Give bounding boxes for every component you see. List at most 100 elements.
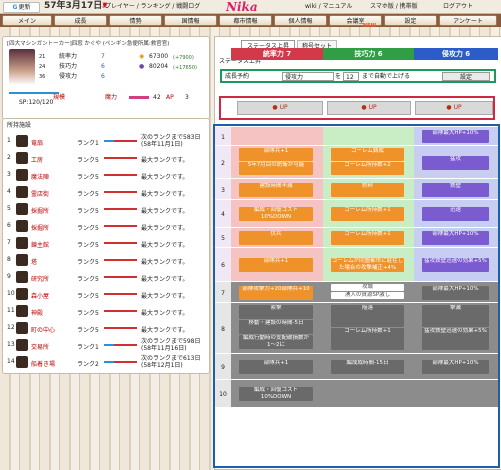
nav-survey[interactable]: アンケート xyxy=(439,15,497,26)
facility-progress-bar xyxy=(104,174,137,176)
up-button-leadership[interactable]: ● UP xyxy=(237,101,323,115)
stat-icon-1: 21 xyxy=(39,54,46,60)
facility-index: 8 xyxy=(7,256,11,263)
growth-table-frame xyxy=(213,124,500,468)
hp-bar xyxy=(9,92,59,94)
stat-label-leadership: 統率力 xyxy=(59,53,78,60)
facility-icon xyxy=(16,271,28,283)
facility-status: 次のランクまで598日 (58年11月16日) xyxy=(141,338,200,352)
nav-situation[interactable]: 情勢 xyxy=(109,15,162,26)
facility-rank: ランク2 xyxy=(77,361,99,368)
power-label: 魔力 xyxy=(105,94,118,101)
stat-value-attack: 6 xyxy=(101,73,105,80)
facility-name: 魔法陣 xyxy=(31,174,50,181)
up-button-skill[interactable]: ● UP xyxy=(327,101,411,115)
facility-status: 最大ランクです。 xyxy=(141,327,189,334)
logout-link[interactable]: ログアウト xyxy=(443,3,473,11)
scale-label: 規模 xyxy=(53,94,66,101)
facility-row: 2 工房 ランク5 最大ランクです。 xyxy=(3,150,209,166)
facility-icon xyxy=(16,135,28,147)
nav-settings[interactable]: 設定 xyxy=(384,15,437,26)
facility-progress-bar xyxy=(104,327,137,329)
facility-index: 7 xyxy=(7,239,11,246)
wiki-manual-links[interactable]: wiki / マニュアル xyxy=(305,3,352,11)
nav-personal[interactable]: 個人情報 xyxy=(274,15,327,26)
facility-status: 最大ランクです。 xyxy=(141,191,189,198)
facility-status: 最大ランクです。 xyxy=(141,242,189,249)
facility-progress-bar xyxy=(104,276,137,278)
auto-text: まで自動で上げる xyxy=(362,73,411,80)
player-title: [四大マシンガントーカー]四窓 かぐや (ペンギン急便所属:救官官) xyxy=(7,41,170,47)
facility-progress-bar xyxy=(104,191,137,193)
column-header-attack: 侵攻力 6 xyxy=(414,48,498,60)
facility-name: 研究所 xyxy=(31,276,50,283)
stat-select[interactable]: 侵攻力 xyxy=(282,72,334,81)
facility-icon xyxy=(16,152,28,164)
facility-progress-bar xyxy=(104,208,137,210)
facility-icon xyxy=(16,237,28,249)
facility-panel: 所持施設 1 竜扇 ランク1 次のランクまで583日 (58年11月1日) 2 工房 ランク5… xyxy=(2,118,210,374)
facility-row: 6 採掘所 ランク5 最大ランクです。 xyxy=(3,218,209,234)
facility-index: 4 xyxy=(7,188,11,195)
nav-city[interactable]: 都市情報 xyxy=(219,15,272,26)
set-button[interactable]: 設定 xyxy=(442,72,490,81)
facility-name: 神殿 xyxy=(31,310,44,317)
players-ranking-log-links[interactable]: プレイヤー / ランキング / 戦闘ログ xyxy=(105,3,200,11)
mobile-links[interactable]: スマホ版 / 携帯版 xyxy=(370,3,418,11)
facility-row: 12 町の中心 ランク5 最大ランクです。 xyxy=(3,320,209,336)
stat-label-skill: 技巧力 xyxy=(59,63,78,70)
main-nav: メイン 成長 情勢 国情報 都市情報 個人情報 会議室 NEW 設定 アンケート xyxy=(0,14,501,29)
nav-main[interactable]: メイン xyxy=(2,15,52,26)
facility-rank: ランク5 xyxy=(77,225,99,232)
new-badge: NEW xyxy=(363,23,377,29)
refresh-label: 更新 xyxy=(18,4,31,11)
refresh-button[interactable]: G更新 xyxy=(3,2,40,13)
stat-label-attack: 侵攻力 xyxy=(59,73,78,80)
facility-name: 採掘所 xyxy=(31,225,50,232)
facility-rank: ランク5 xyxy=(77,259,99,266)
growth-reserve-row: 成長予約 侵攻力 を 12 まで自動で上げる 設定 xyxy=(220,69,496,83)
facility-title: 所持施設 xyxy=(7,122,32,129)
up-button-attack[interactable]: ● UP xyxy=(415,101,493,115)
facility-progress-bar xyxy=(104,157,137,159)
facility-icon xyxy=(16,186,28,198)
facility-progress-bar xyxy=(104,293,137,295)
facility-status: 最大ランクです。 xyxy=(141,225,189,232)
facility-status: 最大ランクです。 xyxy=(141,174,189,181)
facility-row: 4 霊店街 ランク5 最大ランクです。 xyxy=(3,184,209,200)
avatar xyxy=(9,49,35,85)
facility-rank: ランク1 xyxy=(77,344,99,351)
facility-row: 7 錬主館 ランク5 最大ランクです。 xyxy=(3,235,209,251)
ap-label: AP xyxy=(166,94,174,101)
facility-row: 8 塔 ランク5 最大ランクです。 xyxy=(3,252,209,268)
facility-progress-bar xyxy=(104,242,137,244)
facility-rank: ランク5 xyxy=(77,208,99,215)
facility-progress-bar xyxy=(104,344,137,346)
column-header-skill: 技巧力 6 xyxy=(323,48,414,60)
facility-status: 最大ランクです。 xyxy=(141,259,189,266)
food-icon: ● xyxy=(139,63,145,70)
facility-rank: ランク5 xyxy=(77,174,99,181)
ap-value: 3 xyxy=(185,94,189,101)
facility-row: 9 研究所 ランク5 最大ランクです。 xyxy=(3,269,209,285)
game-date: 57年3月17日夏 xyxy=(44,1,107,12)
power-value: 42 xyxy=(153,94,161,101)
facility-next-date: (58年12月1日) xyxy=(141,362,183,369)
facility-next-date: (58年11月16日) xyxy=(141,345,187,352)
nav-country[interactable]: 国情報 xyxy=(164,15,217,26)
nav-growth[interactable]: 成長 xyxy=(54,15,107,26)
food-value: 80204 xyxy=(149,63,169,70)
power-bar xyxy=(129,94,149,102)
facility-name: 町の中心 xyxy=(31,327,56,334)
facility-icon xyxy=(16,254,28,266)
gold-delta: (+7900) xyxy=(173,55,194,61)
facility-index: 10 xyxy=(7,290,15,297)
facility-index: 5 xyxy=(7,205,11,212)
level-select[interactable]: 12 xyxy=(343,72,359,81)
facility-index: 9 xyxy=(7,273,11,280)
stat-icon-2: 24 xyxy=(39,64,46,70)
facility-status: 次のランクまで613日 (58年12月1日) xyxy=(141,355,200,369)
facility-index: 12 xyxy=(7,324,15,331)
stat-icon-3: 36 xyxy=(39,74,46,80)
facility-next-rank: 次のランクまで613日 xyxy=(141,355,201,362)
